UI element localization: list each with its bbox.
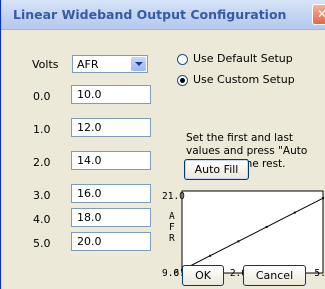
y-axis-letter: F [169,222,175,233]
y-max-label: 21.0 [162,191,185,202]
radio-selected-dot [180,78,185,83]
dialog-body: Volts AFR 0.0 10.0 1.0 12.0 2.0 14.0 3.0… [1,30,325,289]
data-point [322,197,324,200]
ok-button[interactable]: OK [182,265,224,286]
default-setup-label[interactable]: Use Default Setup [193,52,293,65]
custom-setup-radio[interactable] [177,75,188,86]
output-type-select[interactable]: AFR [72,55,148,73]
data-point [265,225,268,228]
data-point [209,254,212,257]
close-icon: ✕ [316,7,325,21]
close-button[interactable]: ✕ [312,4,325,25]
value-field-0[interactable]: 10.0 [71,85,151,104]
y-axis-letter: R [169,233,175,244]
window-title: Linear Wideband Output Configuration [13,7,287,22]
value-field-4[interactable]: 18.0 [71,208,151,227]
volts-label: 0.0 [33,90,51,103]
data-point [237,240,240,243]
y-axis-letter: A [169,211,175,222]
default-setup-radio[interactable] [177,54,188,65]
volts-header: Volts [32,58,59,71]
value-field-3[interactable]: 16.0 [71,184,151,203]
output-type-value: AFR [77,58,99,71]
dropdown-button[interactable] [131,57,146,71]
dialog-window: Linear Wideband Output Configuration ✕ V… [0,0,325,289]
title-bar[interactable]: Linear Wideband Output Configuration ✕ [1,0,325,30]
volts-label: 4.0 [33,213,51,226]
plot-area [181,190,324,274]
volts-label: 1.0 [33,123,51,136]
data-point [293,211,296,214]
volts-label: 2.0 [33,156,51,169]
value-field-1[interactable]: 12.0 [71,118,151,137]
custom-setup-label[interactable]: Use Custom Setup [193,73,295,86]
volts-label: 3.0 [33,189,51,202]
chevron-down-icon [135,62,143,66]
cancel-button[interactable]: Cancel [243,265,306,286]
x-tick-label: 5.0 [314,268,325,279]
value-field-5[interactable]: 20.0 [71,232,151,251]
value-field-2[interactable]: 14.0 [71,151,151,170]
auto-fill-button[interactable]: Auto Fill [184,159,249,180]
volts-label: 5.0 [33,237,51,250]
